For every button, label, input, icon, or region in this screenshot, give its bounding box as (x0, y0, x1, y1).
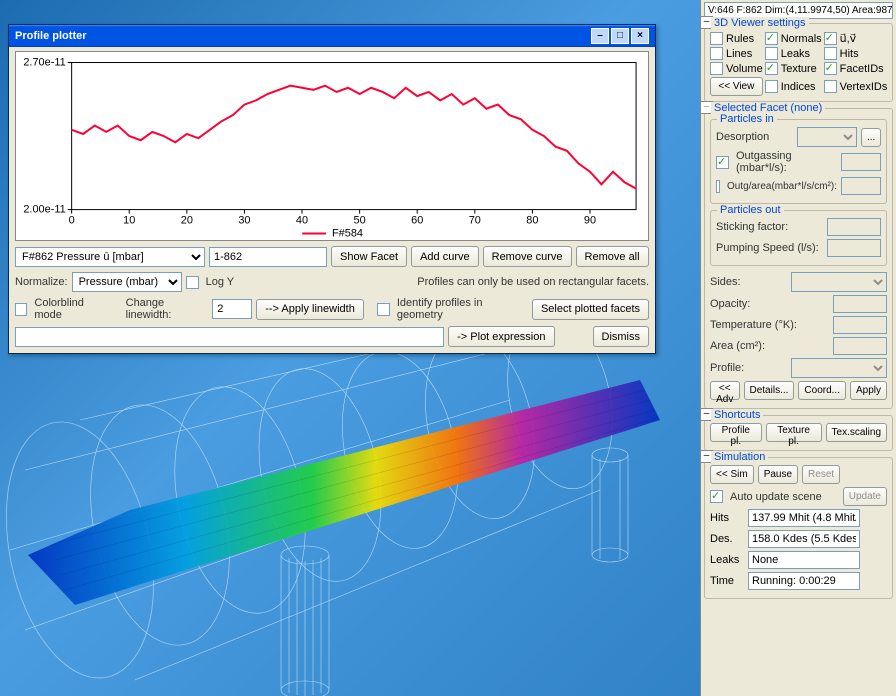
remove-all-button[interactable]: Remove all (576, 246, 649, 267)
opacity-input[interactable] (833, 295, 887, 313)
viewer-settings-group: – 3D Viewer settings Rules Normals u⃗,v⃗… (704, 23, 893, 102)
pause-button[interactable]: Pause (758, 465, 798, 484)
facetids-checkbox[interactable]: FacetIDs (824, 62, 888, 75)
logy-checkbox[interactable] (186, 276, 199, 289)
linewidth-label: Change linewidth: (126, 297, 209, 321)
add-curve-button[interactable]: Add curve (411, 246, 479, 267)
dismiss-button[interactable]: Dismiss (593, 326, 650, 347)
titlebar[interactable]: Profile plotter – □ × (9, 25, 655, 47)
coord-button[interactable]: Coord... (798, 381, 846, 400)
selected-facet-group: – Selected Facet (none) Particles in Des… (704, 108, 893, 409)
svg-text:2.00e-11: 2.00e-11 (23, 204, 65, 216)
facet-select[interactable]: F#862 Pressure ū [mbar] (15, 247, 205, 267)
details-button[interactable]: Details... (744, 381, 795, 400)
area-input[interactable] (833, 337, 887, 355)
logy-label: Log Y (206, 276, 235, 288)
remove-curve-button[interactable]: Remove curve (483, 246, 572, 267)
expression-input[interactable] (15, 327, 444, 347)
apply-button[interactable]: Apply (850, 381, 887, 400)
apply-linewidth-button[interactable]: --> Apply linewidth (256, 299, 364, 320)
outgassing-input[interactable] (841, 153, 881, 171)
time-value (748, 572, 860, 590)
sides-select[interactable] (791, 272, 887, 292)
texture-checkbox[interactable]: Texture (765, 62, 822, 75)
adv-button[interactable]: << Adv (710, 381, 740, 400)
profile-pl-button[interactable]: Profile pl. (710, 423, 762, 442)
desorption-more-button[interactable]: ... (861, 128, 881, 147)
window-title: Profile plotter (15, 30, 589, 42)
uv-checkbox[interactable]: u⃗,v⃗ (824, 32, 888, 45)
close-button[interactable]: × (631, 28, 649, 44)
colorblind-checkbox[interactable] (15, 303, 27, 316)
svg-text:0: 0 (69, 215, 75, 227)
colorblind-label: Colorblind mode (34, 297, 110, 321)
select-plotted-button[interactable]: Select plotted facets (532, 299, 649, 320)
update-button[interactable]: Update (843, 487, 887, 506)
show-facet-button[interactable]: Show Facet (331, 246, 407, 267)
shortcuts-group: – Shortcuts Profile pl. Texture pl. Tex.… (704, 415, 893, 451)
outg-area-checkbox[interactable] (716, 180, 720, 193)
pumping-input[interactable] (827, 239, 881, 257)
simulation-group: – Simulation << Sim Pause Reset Auto upd… (704, 457, 893, 599)
svg-text:50: 50 (354, 215, 366, 227)
profile-plotter-window: Profile plotter – □ × 0 10 20 30 40 50 60 70 80 9… (8, 24, 656, 354)
maximize-button[interactable]: □ (611, 28, 629, 44)
svg-text:F#584: F#584 (332, 227, 363, 239)
svg-text:60: 60 (411, 215, 423, 227)
hits-value (748, 509, 860, 527)
auto-update-checkbox[interactable] (710, 490, 723, 503)
leaks-checkbox[interactable]: Leaks (765, 47, 822, 60)
desorption-select[interactable] (797, 127, 857, 147)
indices-checkbox[interactable]: Indices (765, 77, 822, 96)
texture-pl-button[interactable]: Texture pl. (766, 423, 822, 442)
svg-text:90: 90 (584, 215, 596, 227)
sim-button[interactable]: << Sim (710, 465, 754, 484)
identify-label: Identify profiles in geometry (397, 297, 524, 321)
plot-expression-button[interactable]: -> Plot expression (448, 326, 554, 347)
side-panel: V:646 F:862 Dim:(4,11.9974,50) Area:987.… (700, 0, 896, 696)
minimize-button[interactable]: – (591, 28, 609, 44)
profile-plot: 0 10 20 30 40 50 60 70 80 90 2.00e-11 2.70e-11 F#584 (15, 51, 649, 241)
normals-checkbox[interactable]: Normals (765, 32, 822, 45)
particles-in-group: Particles in Desorption... Outgassing (m… (710, 119, 887, 204)
rect-note: Profiles can only be used on rectangular… (417, 276, 649, 288)
leaks-value (748, 551, 860, 569)
linewidth-input[interactable] (212, 299, 252, 319)
svg-text:70: 70 (469, 215, 481, 227)
svg-text:30: 30 (238, 215, 250, 227)
rules-checkbox[interactable]: Rules (710, 32, 763, 45)
temperature-input[interactable] (833, 316, 887, 334)
svg-text:40: 40 (296, 215, 308, 227)
svg-text:20: 20 (181, 215, 193, 227)
outgassing-checkbox[interactable] (716, 156, 729, 169)
range-input[interactable] (209, 247, 327, 267)
svg-text:10: 10 (123, 215, 135, 227)
sticking-input[interactable] (827, 218, 881, 236)
group-title: 3D Viewer settings (711, 17, 809, 29)
identify-checkbox[interactable] (377, 303, 389, 316)
reset-button[interactable]: Reset (802, 465, 840, 484)
svg-text:2.70e-11: 2.70e-11 (23, 57, 65, 69)
normalize-select[interactable]: Pressure (mbar) (72, 272, 182, 292)
des-value (748, 530, 860, 548)
outg-area-input[interactable] (841, 177, 881, 195)
texscale-button[interactable]: Tex.scaling (826, 423, 887, 442)
vertexids-checkbox[interactable]: VertexIDs (824, 77, 888, 96)
particles-out-group: Particles out Sticking factor: Pumping S… (710, 210, 887, 266)
hits-checkbox[interactable]: Hits (824, 47, 888, 60)
view-button[interactable]: << View (710, 77, 763, 96)
normalize-label: Normalize: (15, 276, 68, 288)
volume-checkbox[interactable]: Volume (710, 62, 763, 75)
lines-checkbox[interactable]: Lines (710, 47, 763, 60)
profile-select[interactable] (791, 358, 887, 378)
svg-text:80: 80 (526, 215, 538, 227)
